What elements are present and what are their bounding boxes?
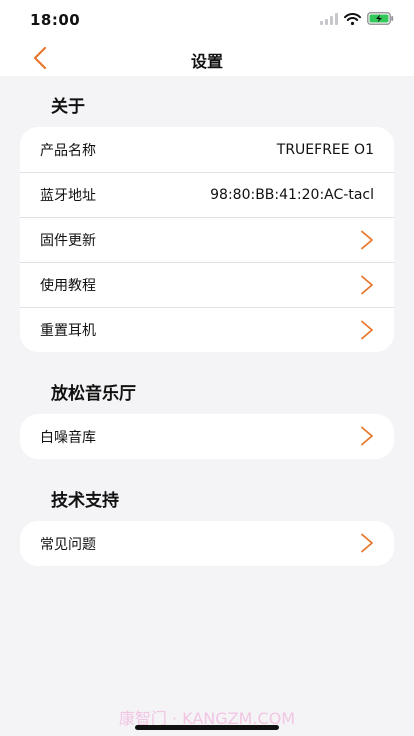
status-bar: 18:00 — [0, 0, 414, 40]
home-indicator[interactable] — [135, 725, 279, 730]
music-card: 白噪音库 — [20, 414, 394, 459]
section-title-music: 放松音乐厅 — [51, 384, 136, 404]
section-title-support: 技术支持 — [51, 491, 119, 511]
row-label: 产品名称 — [40, 142, 96, 159]
row-reset-earphones[interactable]: 重置耳机 — [20, 307, 394, 352]
chevron-right-icon — [361, 230, 373, 250]
chevron-right-icon — [361, 533, 373, 553]
row-tutorial[interactable]: 使用教程 — [20, 262, 394, 307]
bt-address-value: 98:80:BB:41:20:AC-tacl — [210, 187, 374, 203]
row-firmware-update[interactable]: 固件更新 — [20, 217, 394, 262]
row-product-name: 产品名称 TRUEFREE O1 — [20, 127, 394, 172]
page-title: 设置 — [190, 52, 223, 71]
row-label: 使用教程 — [40, 278, 96, 294]
cellular-signal-icon — [320, 12, 338, 25]
row-label: 固件更新 — [40, 233, 96, 249]
product-name-value: TRUEFREE O1 — [276, 141, 374, 158]
row-bt-address: 蓝牙地址 98:80:BB:41:20:AC-tacl — [20, 172, 394, 217]
status-icons — [320, 12, 394, 25]
row-faq[interactable]: 常见问题 — [20, 521, 394, 566]
wifi-icon — [344, 12, 361, 25]
row-label: 白噪音库 — [40, 429, 96, 446]
chevron-right-icon — [361, 275, 373, 295]
section-title-about: 关于 — [51, 97, 85, 117]
chevron-right-icon — [361, 426, 373, 446]
nav-bar: 设置 — [0, 40, 414, 76]
status-time: 18:00 — [30, 11, 81, 29]
row-label: 蓝牙地址 — [40, 188, 96, 204]
row-label: 常见问题 — [40, 536, 96, 553]
chevron-right-icon — [361, 320, 373, 340]
row-label: 重置耳机 — [40, 323, 96, 339]
support-card: 常见问题 — [20, 521, 394, 566]
about-card: 产品名称 TRUEFREE O1 蓝牙地址 98:80:BB:41:20:AC-… — [20, 127, 394, 352]
battery-charging-icon — [367, 12, 394, 25]
row-white-noise-library[interactable]: 白噪音库 — [20, 414, 394, 459]
